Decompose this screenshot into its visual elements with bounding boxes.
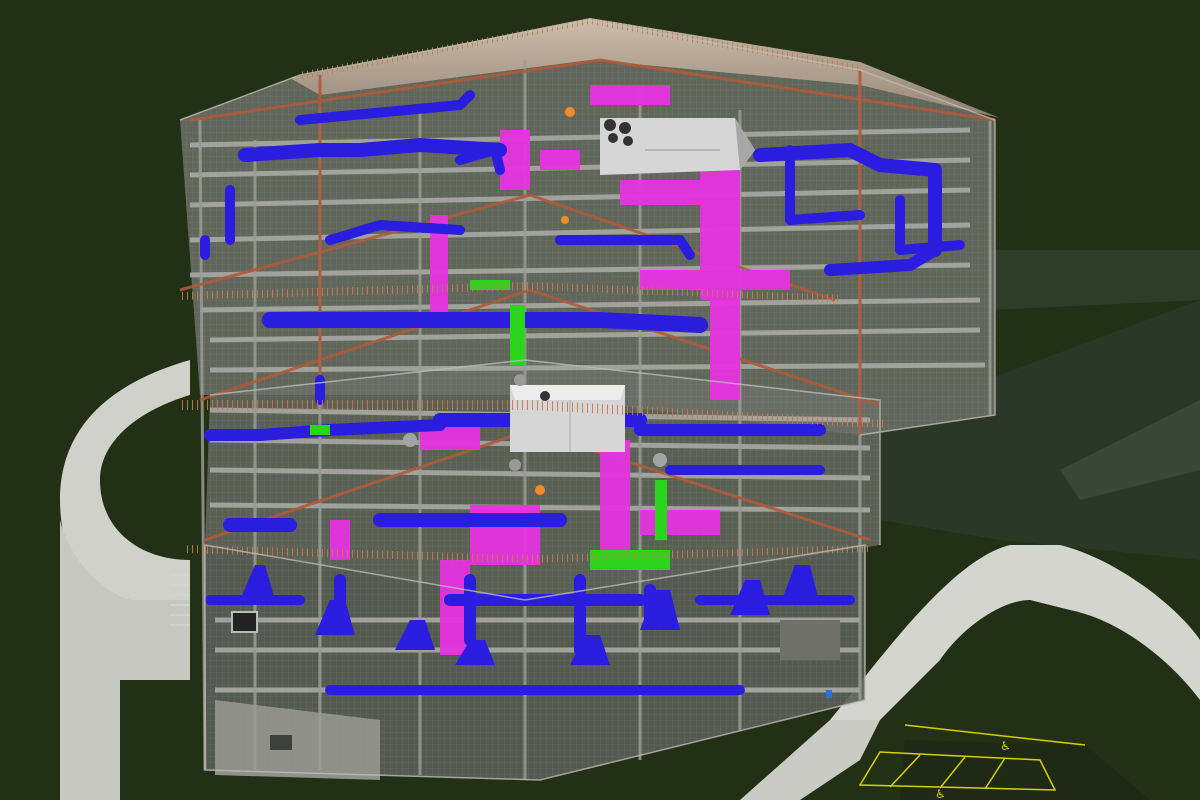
rooftop-unit-upper[interactable] [600, 118, 755, 175]
bim-viewport[interactable]: ♿ ♿ [0, 0, 1200, 800]
accessible-parking-symbol: ♿ [1000, 739, 1011, 753]
accessible-parking-symbol-2: ♿ [935, 787, 946, 800]
model-canvas[interactable]: ♿ ♿ [0, 0, 1200, 800]
air-handling-unit-middle[interactable] [510, 385, 625, 452]
